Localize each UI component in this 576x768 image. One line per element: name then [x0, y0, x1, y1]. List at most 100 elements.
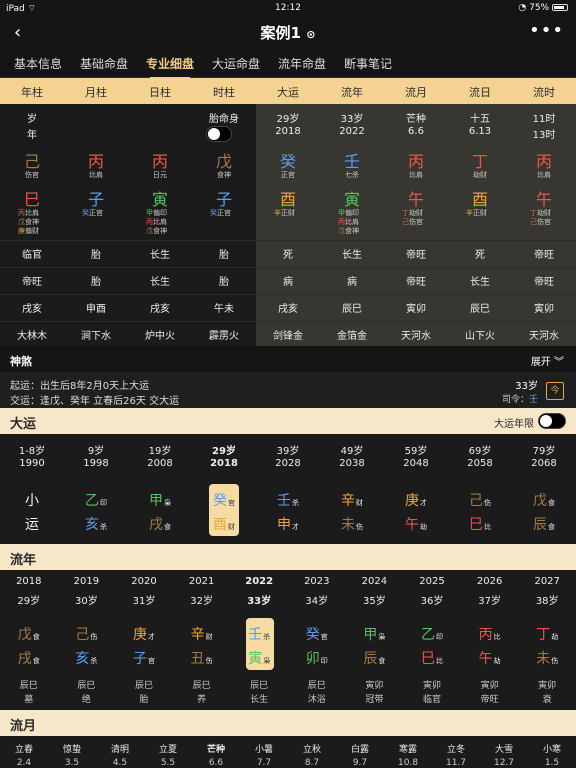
- liunian-age-0[interactable]: 29岁: [0, 592, 58, 607]
- liuyue-term-9[interactable]: 立冬: [432, 742, 480, 755]
- liunian-age-7[interactable]: 36岁: [403, 592, 461, 607]
- liunian-age-1[interactable]: 30岁: [58, 592, 116, 607]
- dayun-year-4[interactable]: 2028: [256, 458, 320, 469]
- liunian-age-8[interactable]: 37岁: [461, 592, 519, 607]
- page-title[interactable]: 案例1 ⊙: [0, 22, 576, 43]
- more-dots-icon[interactable]: •••: [529, 20, 564, 41]
- liunian-stem-6[interactable]: 甲枭: [346, 624, 404, 644]
- liunian-branch-7[interactable]: 巳比: [403, 648, 461, 668]
- liunian-year-7[interactable]: 2025: [403, 576, 461, 587]
- liuyue-term-5[interactable]: 小暑: [240, 742, 288, 755]
- liunian-stem-2[interactable]: 庚才: [115, 624, 173, 644]
- dayun-branch-4[interactable]: 未伤: [320, 514, 384, 534]
- dayun-age-0[interactable]: 1-8岁: [0, 442, 64, 457]
- dayun-year-3[interactable]: 2018: [192, 458, 256, 469]
- liuyue-date-1[interactable]: 3.5: [48, 758, 96, 768]
- liuyue-term-4[interactable]: 芒种: [192, 742, 240, 755]
- expand-button[interactable]: 展开 ︾: [531, 353, 564, 368]
- dayun-age-5[interactable]: 49岁: [320, 442, 384, 457]
- liuyue-date-3[interactable]: 5.5: [144, 758, 192, 768]
- liunian-stem-0[interactable]: 戊食: [0, 624, 58, 644]
- liuyue-date-2[interactable]: 4.5: [96, 758, 144, 768]
- tab-4[interactable]: 流年命盘: [278, 55, 326, 72]
- dayun-branch-6[interactable]: 巳比: [448, 514, 512, 534]
- liuyue-term-6[interactable]: 立秋: [288, 742, 336, 755]
- liunian-branch-6[interactable]: 辰食: [346, 648, 404, 668]
- dayun-age-1[interactable]: 9岁: [64, 442, 128, 457]
- liunian-age-2[interactable]: 31岁: [115, 592, 173, 607]
- liuyue-date-10[interactable]: 12.7: [480, 758, 528, 768]
- dayun-age-8[interactable]: 79岁: [512, 442, 576, 457]
- dayun-stem-0[interactable]: 乙印: [64, 490, 128, 510]
- dayun-stem-2[interactable]: 癸官: [192, 490, 256, 510]
- dayun-stem-4[interactable]: 辛财: [320, 490, 384, 510]
- liunian-year-2[interactable]: 2020: [115, 576, 173, 587]
- liunian-branch-2[interactable]: 子官: [115, 648, 173, 668]
- liunian-year-6[interactable]: 2024: [346, 576, 404, 587]
- dayun-branch-0[interactable]: 亥杀: [64, 514, 128, 534]
- dayun-stem-3[interactable]: 壬杀: [256, 490, 320, 510]
- liunian-stem-1[interactable]: 己伤: [58, 624, 116, 644]
- liuyue-term-1[interactable]: 惊蛰: [48, 742, 96, 755]
- tab-0[interactable]: 基本信息: [14, 55, 62, 72]
- calendar-icon[interactable]: 今: [546, 382, 564, 400]
- dayun-age-6[interactable]: 59岁: [384, 442, 448, 457]
- dayun-age-2[interactable]: 19岁: [128, 442, 192, 457]
- dayun-year-2[interactable]: 2008: [128, 458, 192, 469]
- xiaoyun-2[interactable]: 运: [0, 514, 64, 534]
- dayun-stem-5[interactable]: 庚才: [384, 490, 448, 510]
- liunian-age-4[interactable]: 33岁: [230, 592, 288, 607]
- tab-3[interactable]: 大运命盘: [212, 55, 260, 72]
- liuyue-date-5[interactable]: 7.7: [240, 758, 288, 768]
- liunian-stem-4[interactable]: 壬杀: [230, 624, 288, 644]
- dayun-age-7[interactable]: 69岁: [448, 442, 512, 457]
- liunian-branch-0[interactable]: 戌食: [0, 648, 58, 668]
- liunian-age-6[interactable]: 35岁: [346, 592, 404, 607]
- xiaoyun-1[interactable]: 小: [0, 490, 64, 510]
- dayun-stem-1[interactable]: 甲枭: [128, 490, 192, 510]
- liuyue-term-8[interactable]: 寒露: [384, 742, 432, 755]
- liunian-branch-5[interactable]: 卯印: [288, 648, 346, 668]
- liunian-year-4[interactable]: 2022: [230, 576, 288, 587]
- dayun-branch-2[interactable]: 酉财: [192, 514, 256, 534]
- liunian-stem-7[interactable]: 乙印: [403, 624, 461, 644]
- liunian-stem-5[interactable]: 癸官: [288, 624, 346, 644]
- liunian-branch-4[interactable]: 寅枭: [230, 648, 288, 668]
- liunian-year-9[interactable]: 2027: [518, 576, 576, 587]
- dayun-year-1[interactable]: 1998: [64, 458, 128, 469]
- liunian-age-5[interactable]: 34岁: [288, 592, 346, 607]
- taiming-toggle[interactable]: [206, 126, 232, 142]
- liunian-stem-9[interactable]: 丁劫: [518, 624, 576, 644]
- dayun-branch-7[interactable]: 辰食: [512, 514, 576, 534]
- dayun-branch-1[interactable]: 戌食: [128, 514, 192, 534]
- dayun-age-3[interactable]: 29岁: [192, 442, 256, 457]
- liunian-year-3[interactable]: 2021: [173, 576, 231, 587]
- liuyue-term-3[interactable]: 立夏: [144, 742, 192, 755]
- liunian-stem-3[interactable]: 辛财: [173, 624, 231, 644]
- dayun-year-6[interactable]: 2048: [384, 458, 448, 469]
- liunian-age-3[interactable]: 32岁: [173, 592, 231, 607]
- liunian-year-5[interactable]: 2023: [288, 576, 346, 587]
- liuyue-term-10[interactable]: 大雪: [480, 742, 528, 755]
- liuyue-date-7[interactable]: 9.7: [336, 758, 384, 768]
- shensha-row[interactable]: 神煞 展开 ︾: [0, 346, 576, 372]
- liuyue-date-8[interactable]: 10.8: [384, 758, 432, 768]
- liuyue-term-0[interactable]: 立春: [0, 742, 48, 755]
- liunian-branch-3[interactable]: 丑伤: [173, 648, 231, 668]
- tab-5[interactable]: 断事笔记: [344, 55, 392, 72]
- liuyue-date-4[interactable]: 6.6: [192, 758, 240, 768]
- tab-2[interactable]: 专业细盘: [146, 55, 194, 79]
- liuyue-date-11[interactable]: 1.5: [528, 758, 576, 768]
- liunian-branch-9[interactable]: 未伤: [518, 648, 576, 668]
- dayun-branch-3[interactable]: 申才: [256, 514, 320, 534]
- liunian-branch-1[interactable]: 亥杀: [58, 648, 116, 668]
- liuyue-term-11[interactable]: 小寒: [528, 742, 576, 755]
- dayun-year-0[interactable]: 1990: [0, 458, 64, 469]
- liuyue-date-6[interactable]: 8.7: [288, 758, 336, 768]
- dayun-stem-7[interactable]: 戊食: [512, 490, 576, 510]
- dayun-year-7[interactable]: 2058: [448, 458, 512, 469]
- dayun-stem-6[interactable]: 己伤: [448, 490, 512, 510]
- dayun-year-5[interactable]: 2038: [320, 458, 384, 469]
- dayun-years-toggle[interactable]: [538, 413, 566, 429]
- liunian-year-0[interactable]: 2018: [0, 576, 58, 587]
